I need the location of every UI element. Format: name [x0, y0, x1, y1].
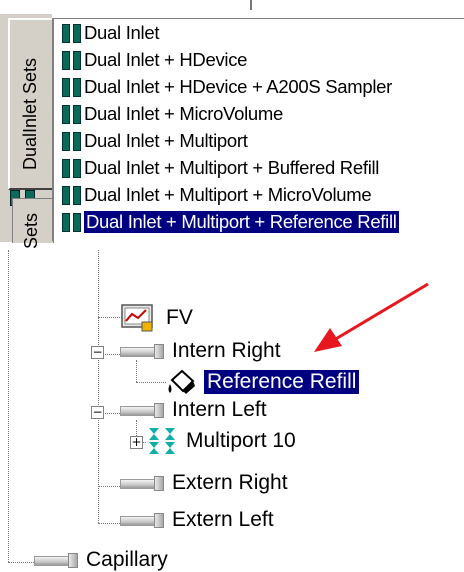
list-item-label: Dual Inlet + Multiport: [84, 130, 248, 151]
tree-node-intern-left[interactable]: Intern Left: [120, 398, 267, 422]
list-item[interactable]: Dual Inlet + HDevice: [62, 48, 247, 72]
tree-connector: [98, 486, 120, 487]
capillary-label: Capillary: [86, 548, 168, 571]
tree-connector: [98, 317, 122, 318]
dualinlet-sets-panel: DualInlet Sets Sets Dual Inlet Dual Inle…: [0, 0, 464, 249]
inlet-pipe-icon: [120, 403, 164, 418]
fv-chart-icon: [121, 304, 153, 332]
dual-inlet-icon: [62, 77, 81, 97]
dual-inlet-icon: [62, 158, 81, 178]
list-item-label: Dual Inlet: [84, 22, 160, 43]
dual-inlet-icon: [62, 104, 81, 124]
list-item[interactable]: Dual Inlet + MicroVolume: [62, 102, 283, 126]
extern-left-label: Extern Left: [172, 508, 274, 531]
list-item-label: Dual Inlet + Multiport + MicroVolume: [84, 184, 372, 205]
dual-inlet-icon: [62, 131, 81, 151]
tree-connector: [98, 523, 120, 524]
tree-node-extern-left[interactable]: Extern Left: [120, 508, 274, 532]
list-item-label: Dual Inlet + MicroVolume: [84, 103, 283, 124]
dual-inlet-icon: [62, 23, 81, 43]
intern-right-label: Intern Right: [172, 339, 281, 362]
tree-connector: [8, 562, 34, 563]
intern-right-collapse-button[interactable]: −: [91, 346, 104, 359]
reference-refill-label: Reference Refill: [202, 369, 361, 395]
list-item-label: Dual Inlet + HDevice + A200S Sampler: [84, 76, 392, 97]
list-item[interactable]: Dual Inlet + HDevice + A200S Sampler: [62, 75, 392, 99]
dual-inlet-icon: [62, 185, 81, 205]
tab-sets-label: Sets: [21, 212, 41, 249]
tree-node-reference-refill[interactable]: Reference Refill: [166, 368, 361, 396]
tree-connector: [98, 250, 99, 523]
dual-inlet-icon: [62, 212, 81, 232]
multiport-expand-button[interactable]: +: [130, 436, 143, 449]
intern-left-collapse-button[interactable]: −: [91, 406, 104, 419]
annotation-arrow-icon: [314, 282, 429, 352]
intern-left-label: Intern Left: [172, 398, 267, 421]
tab-dualinlet-sets-label: DualInlet Sets: [20, 57, 40, 170]
multiport-label: Multiport 10: [186, 429, 296, 452]
list-item-label: Dual Inlet + HDevice: [84, 49, 248, 70]
extern-right-label: Extern Right: [172, 471, 288, 494]
fv-label: FV: [166, 306, 193, 329]
dualinlet-sets-list[interactable]: Dual Inlet Dual Inlet + HDevice Dual Inl…: [52, 18, 464, 241]
tab-sets[interactable]: Sets: [12, 198, 54, 249]
list-item-selected[interactable]: Dual Inlet + Multiport + Reference Refil…: [62, 210, 400, 234]
list-item-label: Dual Inlet + Multiport + Buffered Refill: [84, 157, 380, 178]
vertical-tab-strip: DualInlet Sets Sets: [0, 14, 54, 249]
list-item[interactable]: Dual Inlet + Multiport: [62, 129, 248, 153]
paint-bucket-icon: [168, 369, 195, 394]
tree-node-multiport-10[interactable]: Multiport 10: [146, 426, 296, 456]
inlet-pipe-icon: [120, 344, 164, 359]
tree-connector: [136, 382, 166, 383]
tree-connector: [136, 360, 137, 382]
list-item[interactable]: Dual Inlet + Multiport + MicroVolume: [62, 183, 372, 207]
list-item[interactable]: Dual Inlet: [62, 21, 159, 45]
tree-node-extern-right[interactable]: Extern Right: [120, 471, 288, 495]
multiport-valve-icon: [149, 428, 175, 454]
inlet-pipe-icon: [120, 476, 164, 491]
tree-node-intern-right[interactable]: Intern Right: [120, 339, 281, 363]
tree-node-capillary[interactable]: Capillary: [34, 548, 168, 572]
dual-inlet-icon: [62, 50, 81, 70]
list-item-label: Dual Inlet + Multiport + Reference Refil…: [83, 210, 400, 234]
inlet-pipe-icon: [34, 553, 78, 568]
inlet-pipe-icon: [120, 513, 164, 528]
header-divider: [250, 0, 252, 10]
tab-dualinlet-sets[interactable]: DualInlet Sets: [8, 18, 54, 190]
inlet-tree: FV − Intern Right Reference Refill − Int…: [0, 250, 464, 571]
tree-connector: [8, 250, 9, 562]
list-item[interactable]: Dual Inlet + Multiport + Buffered Refill: [62, 156, 379, 180]
tree-node-fv[interactable]: FV: [120, 302, 193, 334]
